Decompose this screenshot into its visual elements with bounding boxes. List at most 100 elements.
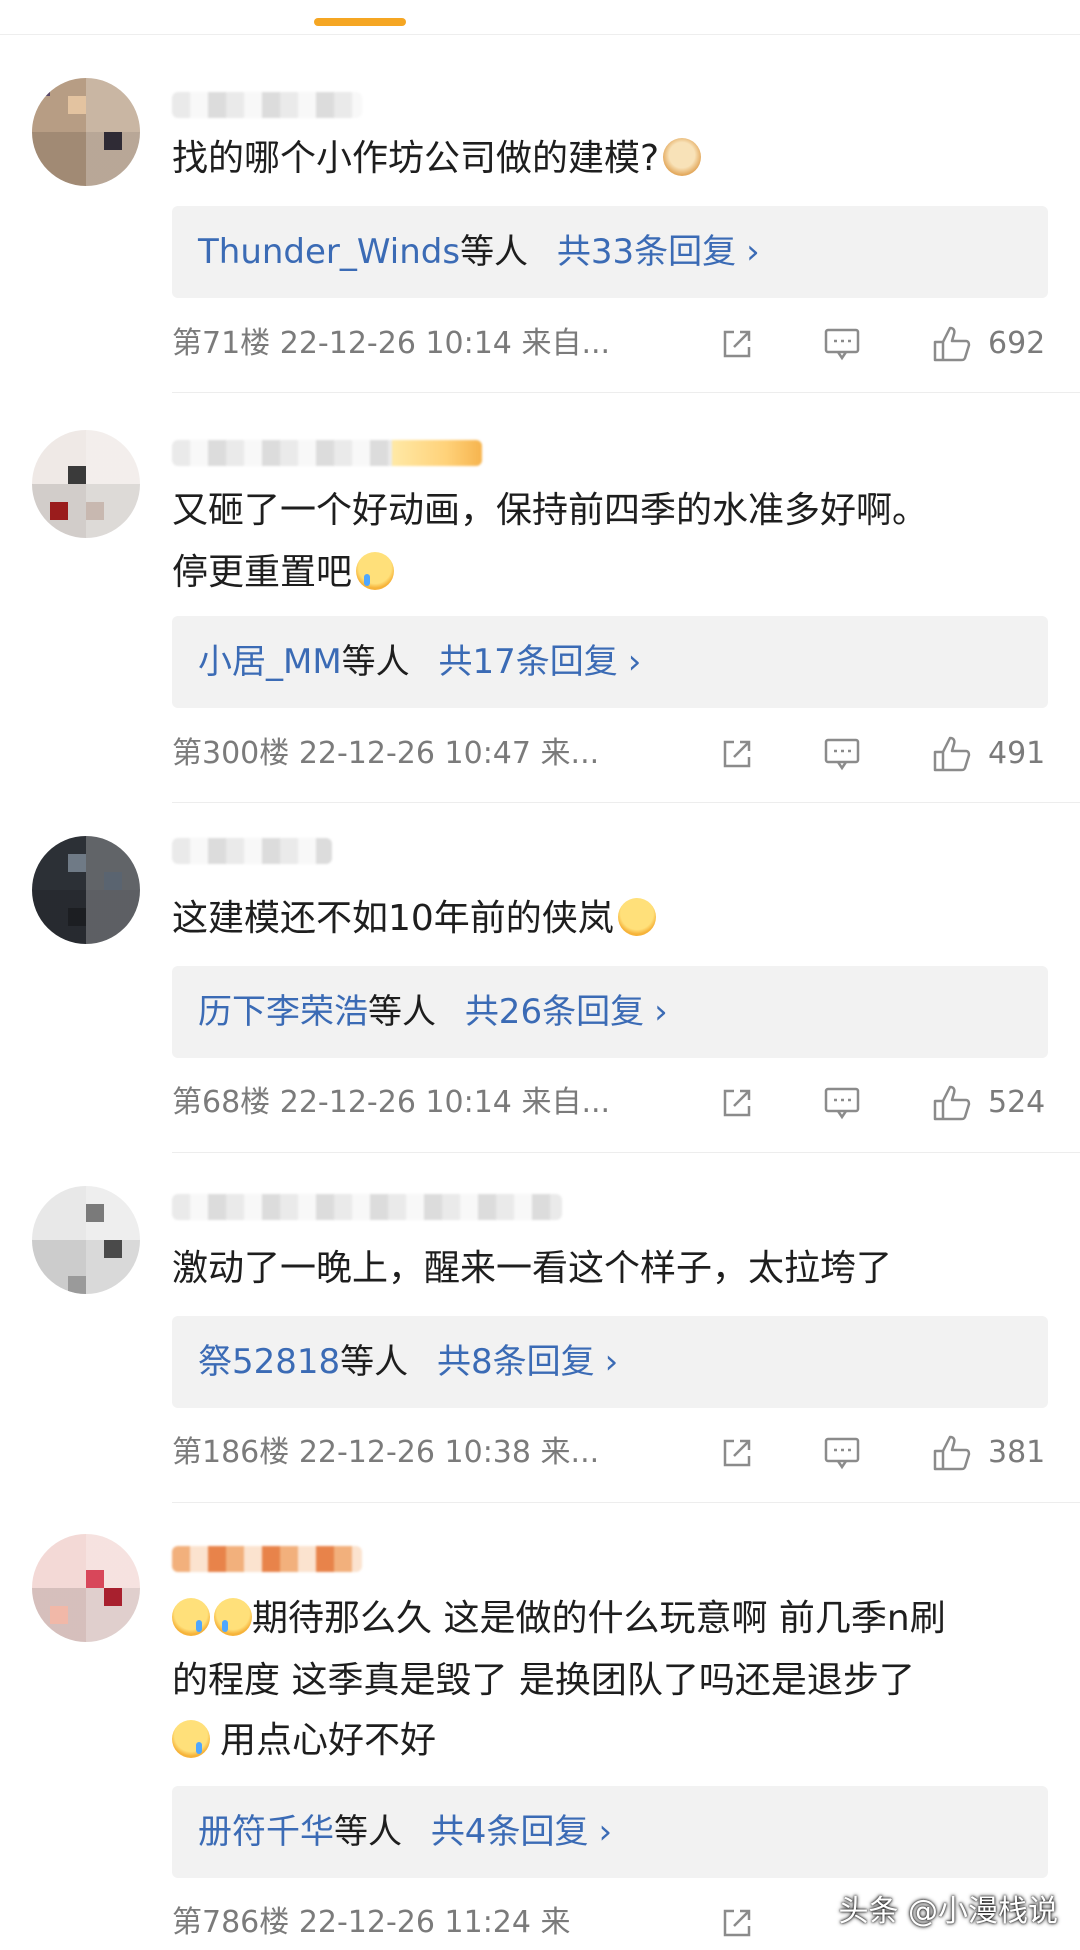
share-icon[interactable]: [720, 1436, 754, 1470]
crying-emoji-icon: [214, 1598, 252, 1636]
crying-emoji-icon: [356, 552, 395, 590]
avatar[interactable]: [32, 836, 140, 944]
doge-emoji-icon: [663, 138, 702, 176]
reply-users[interactable]: 小居_MM: [198, 642, 342, 682]
divider: [172, 392, 1080, 393]
share-icon[interactable]: [720, 1906, 754, 1940]
sleepy-emoji-icon: [172, 1720, 210, 1758]
share-icon[interactable]: [720, 737, 754, 771]
chevron-right-icon: ›: [604, 1342, 619, 1382]
comment-text: 期待那么久 这是做的什么玩意啊 前几季n刷: [172, 1588, 1052, 1650]
floor-number: 第300楼: [172, 736, 290, 771]
reply-users[interactable]: 祭52818: [198, 1342, 340, 1382]
username-blurred[interactable]: [172, 1194, 562, 1220]
comment-body: 这建模还不如10年前的侠岚: [172, 898, 614, 939]
comment-body-line2: 停更重置吧: [172, 552, 353, 593]
comment-meta: 第186楼 22-12-26 10:38 来... 381: [172, 1426, 1048, 1480]
comment-text: 这建模还不如10年前的侠岚: [172, 888, 1052, 950]
reply-count-link[interactable]: 共26条回复: [465, 992, 644, 1032]
reply-summary[interactable]: 祭52818等人 共8条回复 ›: [172, 1316, 1048, 1408]
sleepy-emoji-icon: [172, 1598, 210, 1636]
comment-text: 又砸了一个好动画，保持前四季的水准多好啊。: [172, 480, 1052, 542]
source-text: 来: [540, 1905, 571, 1940]
reply-users[interactable]: 历下李荣浩: [198, 992, 368, 1032]
comment-meta: 第68楼 22-12-26 10:14 来自... 524: [172, 1076, 1048, 1130]
divider: [172, 1152, 1080, 1153]
comment-body: 激动了一晚上，醒来一看这个样子，太拉垮了: [172, 1248, 893, 1289]
comment-text: 的程度 这季真是毁了 是换团队了吗还是退步了: [172, 1650, 1052, 1712]
floor-number: 第68楼: [172, 1085, 271, 1120]
comment-body-line3: 用点心好不好: [220, 1720, 437, 1761]
username-blurred[interactable]: [172, 838, 332, 864]
reply-count-link[interactable]: 共33条回复: [557, 232, 736, 272]
comment-icon[interactable]: [824, 327, 860, 361]
timestamp: 22-12-26 10:14: [279, 326, 512, 361]
comment-body-line2: 的程度 这季真是毁了 是换团队了吗还是退步了: [172, 1660, 915, 1701]
divider: [172, 802, 1080, 803]
comment-meta: 第300楼 22-12-26 10:47 来... 491: [172, 727, 1048, 781]
comment-text: 找的哪个小作坊公司做的建模?: [172, 128, 1052, 190]
comment-icon[interactable]: [824, 1436, 860, 1470]
comment-body-line1: 期待那么久 这是做的什么玩意啊 前几季n刷: [252, 1598, 946, 1639]
reply-users[interactable]: 册符千华: [198, 1812, 334, 1852]
chevron-right-icon: ›: [627, 642, 642, 682]
avatar[interactable]: [32, 430, 140, 538]
top-divider: [0, 34, 1080, 35]
source-text: 来...: [540, 1435, 600, 1470]
reply-count-link[interactable]: 共4条回复: [431, 1812, 589, 1852]
source-text: 来...: [540, 736, 600, 771]
comment-meta: 第71楼 22-12-26 10:14 来自... 692: [172, 317, 1048, 371]
reply-summary[interactable]: 历下李荣浩等人 共26条回复 ›: [172, 966, 1048, 1058]
comment-text: 激动了一晚上，醒来一看这个样子，太拉垮了: [172, 1238, 1052, 1300]
comment-body: 找的哪个小作坊公司做的建模?: [172, 138, 660, 179]
timestamp: 22-12-26 11:24: [298, 1905, 531, 1940]
active-tab-indicator: [314, 18, 406, 26]
reply-users-suffix: 等人: [334, 1812, 402, 1852]
share-icon[interactable]: [720, 327, 754, 361]
reply-users-suffix: 等人: [341, 642, 410, 682]
comment-icon[interactable]: [824, 737, 860, 771]
watermark: 头条 @小漫栈说: [838, 1894, 1058, 1929]
reply-count-link[interactable]: 共8条回复: [437, 1342, 595, 1382]
avatar[interactable]: [32, 1534, 140, 1642]
comment-text: 用点心好不好: [172, 1710, 1052, 1772]
like-count: 524: [988, 1085, 1046, 1120]
thumb-up-icon[interactable]: [932, 1434, 972, 1472]
username-blurred[interactable]: [172, 1546, 362, 1572]
reply-users-suffix: 等人: [368, 992, 436, 1032]
reply-summary[interactable]: Thunder_Winds等人 共33条回复 ›: [172, 206, 1048, 298]
reply-users[interactable]: Thunder_Winds: [198, 232, 460, 272]
floor-number: 第786楼: [172, 1905, 290, 1940]
comment-text: 停更重置吧: [172, 542, 1052, 604]
like-count: 692: [988, 326, 1046, 361]
thinking-emoji-icon: [617, 898, 656, 936]
avatar[interactable]: [32, 1186, 140, 1294]
floor-number: 第186楼: [172, 1435, 290, 1470]
source-text: 来自...: [521, 1085, 611, 1120]
reply-summary[interactable]: 册符千华等人 共4条回复 ›: [172, 1786, 1048, 1878]
chevron-right-icon: ›: [746, 232, 760, 272]
comment-body-line1: 又砸了一个好动画，保持前四季的水准多好啊。: [172, 490, 929, 531]
reply-users-suffix: 等人: [460, 232, 529, 272]
divider: [172, 1502, 1080, 1503]
source-text: 来自...: [521, 326, 611, 361]
username-blurred[interactable]: [172, 92, 362, 118]
chevron-right-icon: ›: [654, 992, 668, 1032]
avatar[interactable]: [32, 78, 140, 186]
like-count: 491: [988, 736, 1046, 771]
share-icon[interactable]: [720, 1086, 754, 1120]
thumb-up-icon[interactable]: [932, 325, 972, 363]
chevron-right-icon: ›: [598, 1812, 613, 1852]
floor-number: 第71楼: [172, 326, 271, 361]
thumb-up-icon[interactable]: [932, 1084, 972, 1122]
reply-users-suffix: 等人: [340, 1342, 409, 1382]
timestamp: 22-12-26 10:14: [279, 1085, 512, 1120]
timestamp: 22-12-26 10:38: [298, 1435, 531, 1470]
timestamp: 22-12-26 10:47: [298, 736, 531, 771]
username-blurred[interactable]: [172, 440, 482, 466]
reply-count-link[interactable]: 共17条回复: [438, 642, 617, 682]
like-count: 381: [988, 1435, 1046, 1470]
reply-summary[interactable]: 小居_MM等人 共17条回复 ›: [172, 616, 1048, 708]
comment-icon[interactable]: [824, 1086, 860, 1120]
thumb-up-icon[interactable]: [932, 735, 972, 773]
